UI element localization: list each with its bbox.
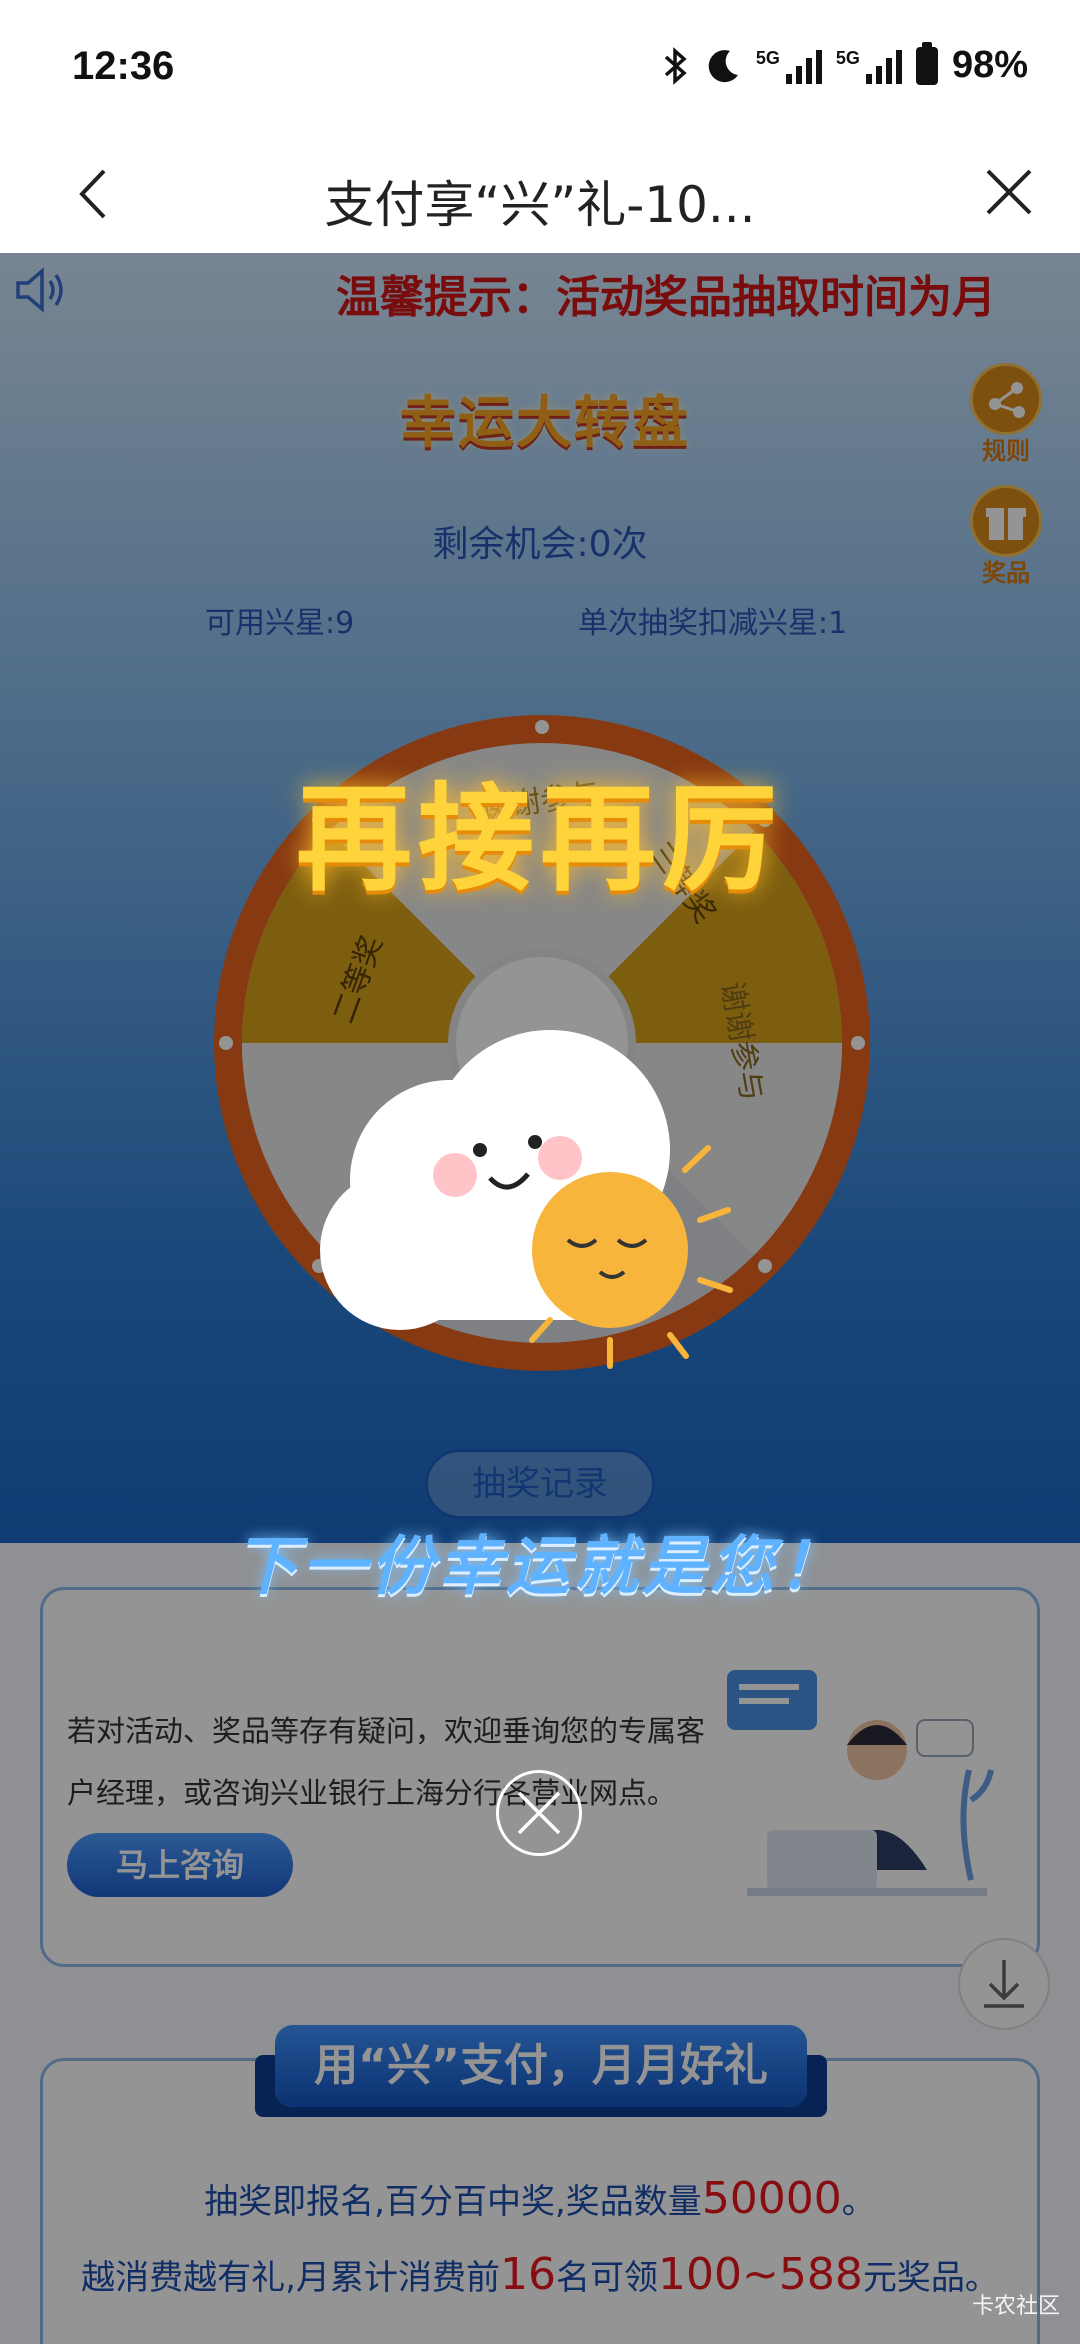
- back-icon[interactable]: [60, 159, 130, 229]
- cloud-sun-mascot: [320, 1030, 733, 1369]
- close-icon: [517, 1791, 561, 1835]
- popup-subtitle: 下一份幸运就是您！: [234, 1530, 846, 1604]
- status-bar: 12:36 5G 5G 98%: [0, 0, 1080, 135]
- signal-icon-2: 5G: [836, 48, 902, 84]
- moon-icon: [708, 49, 738, 82]
- signal-icon: 5G: [756, 48, 822, 84]
- status-icons: 5G 5G 98%: [662, 41, 1028, 87]
- nav-bar: 支付享“兴”礼-10...: [0, 135, 1080, 253]
- battery-level: 98%: [951, 44, 1028, 86]
- status-time: 12:36: [72, 44, 175, 88]
- watermark: 卡农社区: [971, 2294, 1060, 2319]
- popup-close-button[interactable]: [496, 1770, 582, 1856]
- close-icon[interactable]: [974, 157, 1044, 227]
- popup-title: 再接再厉: [296, 772, 784, 907]
- battery-icon: [915, 41, 938, 85]
- bluetooth-icon: [664, 46, 687, 85]
- page-title: 支付享“兴”礼-10...: [324, 176, 756, 234]
